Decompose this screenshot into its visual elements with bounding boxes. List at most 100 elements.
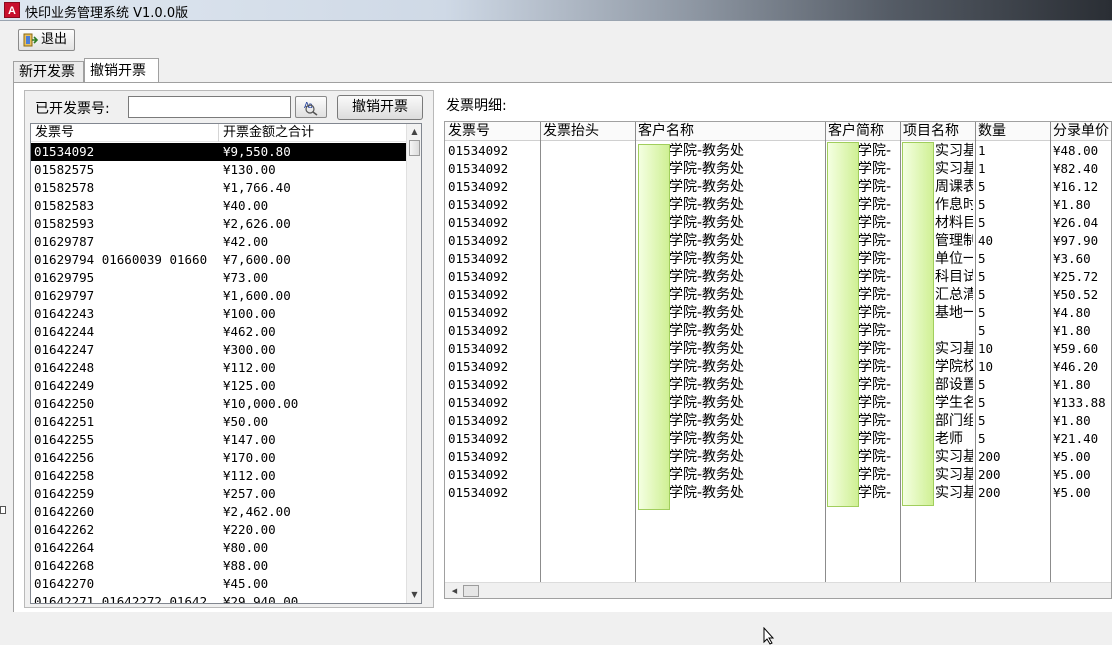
detail-row[interactable]: 01534092 学院-教务处 学院- 实习基 1 ¥48.00 xyxy=(445,142,1111,160)
search-button[interactable]: A a xyxy=(295,96,327,118)
tab-cancel-invoice[interactable]: 撤销开票 xyxy=(84,58,159,83)
tab-new-invoice[interactable]: 新开发票 xyxy=(13,61,84,83)
detail-row[interactable]: 01534092 学院-教务处 学院- 汇总清 5 ¥50.52 xyxy=(445,286,1111,304)
col-header-invoice-no[interactable]: 发票号 xyxy=(31,124,219,142)
invoice-no-cell: 01534092 xyxy=(448,467,509,482)
invoice-no-cell: 01642259 xyxy=(34,486,95,501)
detail-row[interactable]: 01534092 学院-教务处 学院- 基地一 5 ¥4.80 xyxy=(445,304,1111,322)
detail-row[interactable]: 01534092 学院-教务处 学院- 部门组 5 ¥1.80 xyxy=(445,412,1111,430)
invoice-list-row[interactable]: 01582583 ¥40.00 xyxy=(31,197,407,215)
invoice-no-label: 已开发票号: xyxy=(35,101,110,117)
invoice-no-cell: 01534092 xyxy=(448,197,509,212)
invoice-list-row[interactable]: 01629797 ¥1,600.00 xyxy=(31,287,407,305)
detail-row[interactable]: 01534092 学院-教务处 学院- 实习基 10 ¥59.60 xyxy=(445,340,1111,358)
invoice-no-cell: 01534092 xyxy=(448,377,509,392)
col-header-customer-name[interactable]: 客户名称 xyxy=(635,122,825,141)
invoice-list[interactable]: 发票号 开票金额之合计 01534092 ¥9,550.80 01582575 ¥13… xyxy=(30,123,422,604)
detail-row[interactable]: 01534092 学院-教务处 学院- 作息时 5 ¥1.80 xyxy=(445,196,1111,214)
quantity-cell: 5 xyxy=(978,215,986,230)
col-header-customer-short[interactable]: 客户简称 xyxy=(825,122,900,141)
item-name-cell: 作息时 xyxy=(935,197,973,213)
detail-row[interactable]: 01534092 学院-教务处 学院- 科目试 5 ¥25.72 xyxy=(445,268,1111,286)
invoice-list-row[interactable]: 01642247 ¥300.00 xyxy=(31,341,407,359)
col-header-amount[interactable]: 开票金额之合计 xyxy=(219,124,407,142)
scroll-thumb[interactable] xyxy=(409,140,420,156)
detail-row[interactable]: 01534092 学院-教务处 学院- 实习基 1 ¥82.40 xyxy=(445,160,1111,178)
detail-row[interactable]: 01534092 学院-教务处 学院- 实习基 200 ¥5.00 xyxy=(445,466,1111,484)
invoice-list-row[interactable]: 01642256 ¥170.00 xyxy=(31,449,407,467)
invoice-list-row[interactable]: 01642264 ¥80.00 xyxy=(31,539,407,557)
detail-row[interactable]: 01534092 学院-教务处 学院- 实习基 200 ¥5.00 xyxy=(445,448,1111,466)
item-name-cell: 实习基 xyxy=(935,341,973,357)
detail-row[interactable]: 01534092 学院-教务处 学院- 实习基 200 ¥5.00 xyxy=(445,484,1111,502)
col-header-invoice-title[interactable]: 发票抬头 xyxy=(540,122,635,141)
col-header-quantity[interactable]: 数量 xyxy=(975,122,1050,141)
detail-row[interactable]: 01534092 学院-教务处 学院- 学院校 10 ¥46.20 xyxy=(445,358,1111,376)
invoice-list-row[interactable]: 01582575 ¥130.00 xyxy=(31,161,407,179)
invoice-no-cell: 01582578 xyxy=(34,180,95,195)
detail-row[interactable]: 01534092 学院-教务处 学院- 周课表 5 ¥16.12 xyxy=(445,178,1111,196)
detail-row[interactable]: 01534092 学院-教务处 学院- 部设置 5 ¥1.80 xyxy=(445,376,1111,394)
invoice-list-row[interactable]: 01629795 ¥73.00 xyxy=(31,269,407,287)
detail-row[interactable]: 01534092 学院-教务处 学院- 老师 5 ¥21.40 xyxy=(445,430,1111,448)
detail-row[interactable]: 01534092 学院-教务处 学院- 管理制 40 ¥97.90 xyxy=(445,232,1111,250)
col-header-invoice-no[interactable]: 发票号 xyxy=(445,122,540,141)
invoice-list-row[interactable]: 01582578 ¥1,766.40 xyxy=(31,179,407,197)
splitter-handle[interactable] xyxy=(0,506,6,514)
invoice-list-scrollbar[interactable]: ▲ ▼ xyxy=(406,124,421,603)
invoice-list-row[interactable]: 01642262 ¥220.00 xyxy=(31,521,407,539)
quantity-cell: 10 xyxy=(978,359,994,374)
item-name-cell: 实习基 xyxy=(935,143,973,159)
invoice-list-row[interactable]: 01629787 ¥42.00 xyxy=(31,233,407,251)
invoice-list-row[interactable]: 01642260 ¥2,462.00 xyxy=(31,503,407,521)
invoice-list-row[interactable]: 01642255 ¥147.00 xyxy=(31,431,407,449)
unit-price-cell: ¥97.90 xyxy=(1053,233,1099,248)
invoice-list-row[interactable]: 01642259 ¥257.00 xyxy=(31,485,407,503)
exit-door-icon xyxy=(23,33,38,47)
customer-name-cell: 学院-教务处 xyxy=(669,233,745,249)
invoice-list-row[interactable]: 01642250 ¥10,000.00 xyxy=(31,395,407,413)
invoice-list-row[interactable]: 01629794 01660039 01660 ¥7,600.00 xyxy=(31,251,407,269)
quantity-cell: 5 xyxy=(978,197,986,212)
amount-cell: ¥10,000.00 xyxy=(223,396,299,411)
invoice-list-row[interactable]: 01534092 ¥9,550.80 xyxy=(31,143,407,161)
invoice-list-row[interactable]: 01642270 ¥45.00 xyxy=(31,575,407,593)
scroll-left-icon[interactable]: ◀ xyxy=(447,584,462,598)
invoice-no-cell: 01642255 xyxy=(34,432,95,447)
col-header-item-name[interactable]: 项目名称 xyxy=(900,122,975,141)
detail-row[interactable]: 01534092 学院-教务处 学院- 5 ¥1.80 xyxy=(445,322,1111,340)
invoice-list-row[interactable]: 01582593 ¥2,626.00 xyxy=(31,215,407,233)
detail-row[interactable]: 01534092 学院-教务处 学院- 材料目 5 ¥26.04 xyxy=(445,214,1111,232)
invoice-list-row[interactable]: 01642243 ¥100.00 xyxy=(31,305,407,323)
invoice-no-cell: 01534092 xyxy=(448,233,509,248)
cancel-invoice-button[interactable]: 撤销开票 xyxy=(337,95,423,120)
quantity-cell: 40 xyxy=(978,233,994,248)
invoice-list-row[interactable]: 01642258 ¥112.00 xyxy=(31,467,407,485)
detail-row[interactable]: 01534092 学院-教务处 学院- 单位一 5 ¥3.60 xyxy=(445,250,1111,268)
customer-name-cell: 学院-教务处 xyxy=(669,323,745,339)
scroll-up-icon[interactable]: ▲ xyxy=(407,124,421,139)
invoice-no-cell: 01534092 xyxy=(448,359,509,374)
window-title: 快印业务管理系统 V1.0.0版 xyxy=(25,6,189,21)
detail-row[interactable]: 01534092 学院-教务处 学院- 学生名 5 ¥133.88 xyxy=(445,394,1111,412)
detail-grid[interactable]: 发票号 发票抬头 客户名称 客户简称 项目名称 数量 分录单价 01534092… xyxy=(444,121,1112,599)
item-name-cell: 单位一 xyxy=(935,251,973,267)
invoice-no-input[interactable] xyxy=(128,96,291,118)
invoice-list-row[interactable]: 01642249 ¥125.00 xyxy=(31,377,407,395)
invoice-no-cell: 01534092 xyxy=(448,323,509,338)
col-header-unit-price[interactable]: 分录单价 xyxy=(1050,122,1111,141)
detail-hscrollbar[interactable]: ◀ xyxy=(445,582,1111,598)
invoice-list-row[interactable]: 01642248 ¥112.00 xyxy=(31,359,407,377)
invoice-list-row[interactable]: 01642271 01642272 01642 ¥29,940.00 xyxy=(31,593,407,603)
find-icon: A a xyxy=(304,101,318,116)
invoice-list-row[interactable]: 01642244 ¥462.00 xyxy=(31,323,407,341)
invoice-list-row[interactable]: 01642268 ¥88.00 xyxy=(31,557,407,575)
scroll-down-icon[interactable]: ▼ xyxy=(407,587,421,602)
invoice-list-row[interactable]: 01642251 ¥50.00 xyxy=(31,413,407,431)
quantity-cell: 200 xyxy=(978,485,1001,500)
amount-cell: ¥125.00 xyxy=(223,378,276,393)
exit-button[interactable]: 退出 xyxy=(18,29,75,51)
hscroll-thumb[interactable] xyxy=(463,585,479,597)
customer-name-cell: 学院-教务处 xyxy=(669,395,745,411)
amount-cell: ¥42.00 xyxy=(223,234,269,249)
